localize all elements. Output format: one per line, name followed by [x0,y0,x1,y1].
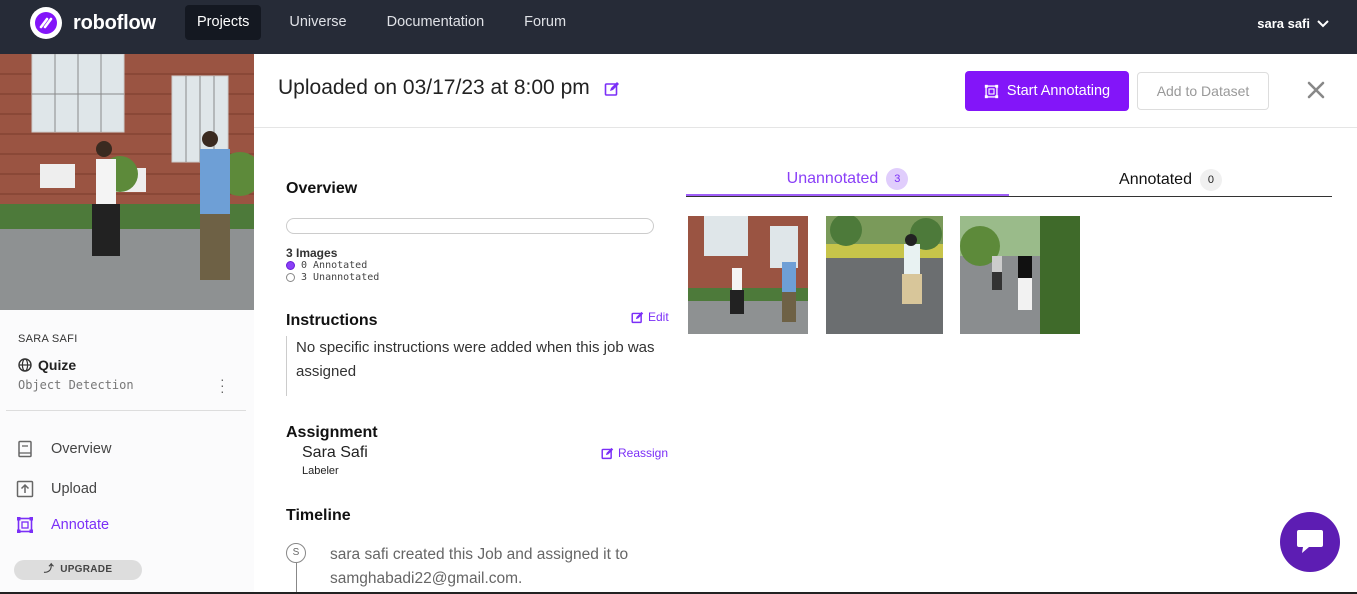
chat-button[interactable] [1280,512,1340,572]
edit-title-icon[interactable] [604,81,620,97]
edit-instructions-link[interactable]: Edit [631,310,669,324]
assignment-heading: Assignment [286,424,378,441]
sidebar-item-label: Annotate [51,517,110,533]
more-options-icon[interactable]: · · · [220,372,225,398]
book-icon [18,440,32,458]
image-thumbnail[interactable] [826,216,943,334]
user-name: sara safi [1257,16,1310,31]
assignee-role: Labeler [302,465,339,477]
image-tabs: Unannotated 3 Annotated 0 [686,163,1332,197]
image-thumbnail[interactable] [688,216,808,334]
sidebar-item-annotate[interactable]: Annotate [16,516,109,534]
roboflow-logo-icon [30,7,62,39]
annotate-icon [17,517,33,533]
upload-icon [16,480,34,498]
chevron-down-icon [1317,19,1329,27]
annotation-progress-bar [286,218,654,234]
overview-heading: Overview [286,180,358,197]
sidebar-divider [6,410,246,411]
globe-icon [18,358,32,372]
unannotated-count-badge: 3 [886,167,909,190]
sidebar-item-label: Overview [51,441,112,457]
unannotated-count: 3 Unannotated [301,272,380,283]
nav-forum[interactable]: Forum [512,5,578,40]
nav-universe[interactable]: Universe [277,5,358,40]
tab-unannotated-label: Unannotated [786,169,879,187]
start-annotating-button[interactable]: Start Annotating [965,71,1129,111]
assignee-name: Sara Safi [302,444,368,461]
timeline-line [296,563,297,594]
annotated-legend: 0 Annotated [286,260,367,271]
sidebar: SARA SAFI Quize Object Detection · · · Ove… [0,54,254,594]
top-navbar: roboflow Projects Universe Documentation… [0,0,1357,54]
upgrade-label: UPGRADE [60,564,113,575]
timeline-avatar: S [286,543,306,563]
project-thumbnail [0,54,254,310]
job-header: Uploaded on 03/17/23 at 8:00 pm Start An… [254,54,1357,128]
project-owner: SARA SAFI [18,333,78,345]
reassign-link[interactable]: Reassign [601,446,668,460]
timeline-heading: Timeline [286,507,351,524]
edit-icon [631,311,644,323]
reassign-label: Reassign [618,446,669,460]
chat-icon [1297,530,1323,553]
main-nav: Projects Universe Documentation Forum [185,5,594,40]
project-name[interactable]: Quize [18,357,76,373]
annotate-icon [984,84,999,98]
annotated-count: 0 Annotated [301,260,368,271]
edit-label: Edit [648,310,669,324]
instructions-text: No specific instructions were added when… [286,336,656,396]
annotated-dot-icon [286,261,295,270]
project-name-label: Quize [38,357,77,373]
upgrade-arrow-icon: ⤴ [43,564,55,575]
image-count: 3 Images [286,246,338,260]
timeline-entry: sara safi created this Job and assigned … [330,546,629,587]
sidebar-item-label: Upload [51,481,97,497]
page-title: Uploaded on 03/17/23 at 8:00 pm [278,76,590,99]
project-type: Object Detection [18,378,134,392]
tab-annotated-label: Annotated [1119,171,1192,188]
close-icon[interactable] [1306,80,1326,100]
brand-name: roboflow [73,11,156,34]
edit-icon [601,447,614,459]
annotated-count-badge: 0 [1199,169,1222,191]
start-annotating-label: Start Annotating [1006,83,1111,99]
tab-unannotated[interactable]: Unannotated 3 [686,163,1009,196]
tab-annotated[interactable]: Annotated 0 [1009,163,1332,197]
unannotated-dot-icon [286,273,295,282]
unannotated-legend: 3 Unannotated [286,272,379,283]
nav-documentation[interactable]: Documentation [375,5,497,40]
upgrade-button[interactable]: ⤴ UPGRADE [14,560,142,580]
add-to-dataset-label: Add to Dataset [1156,83,1250,99]
user-menu[interactable]: sara safi [1257,16,1329,31]
image-thumbnail[interactable] [960,216,1080,334]
roboflow-logo[interactable]: roboflow [30,7,156,39]
instructions-heading: Instructions [286,312,378,329]
nav-projects[interactable]: Projects [185,5,262,40]
add-to-dataset-button[interactable]: Add to Dataset [1137,72,1269,110]
sidebar-item-upload[interactable]: Upload [16,480,97,498]
sidebar-item-overview[interactable]: Overview [16,440,111,458]
